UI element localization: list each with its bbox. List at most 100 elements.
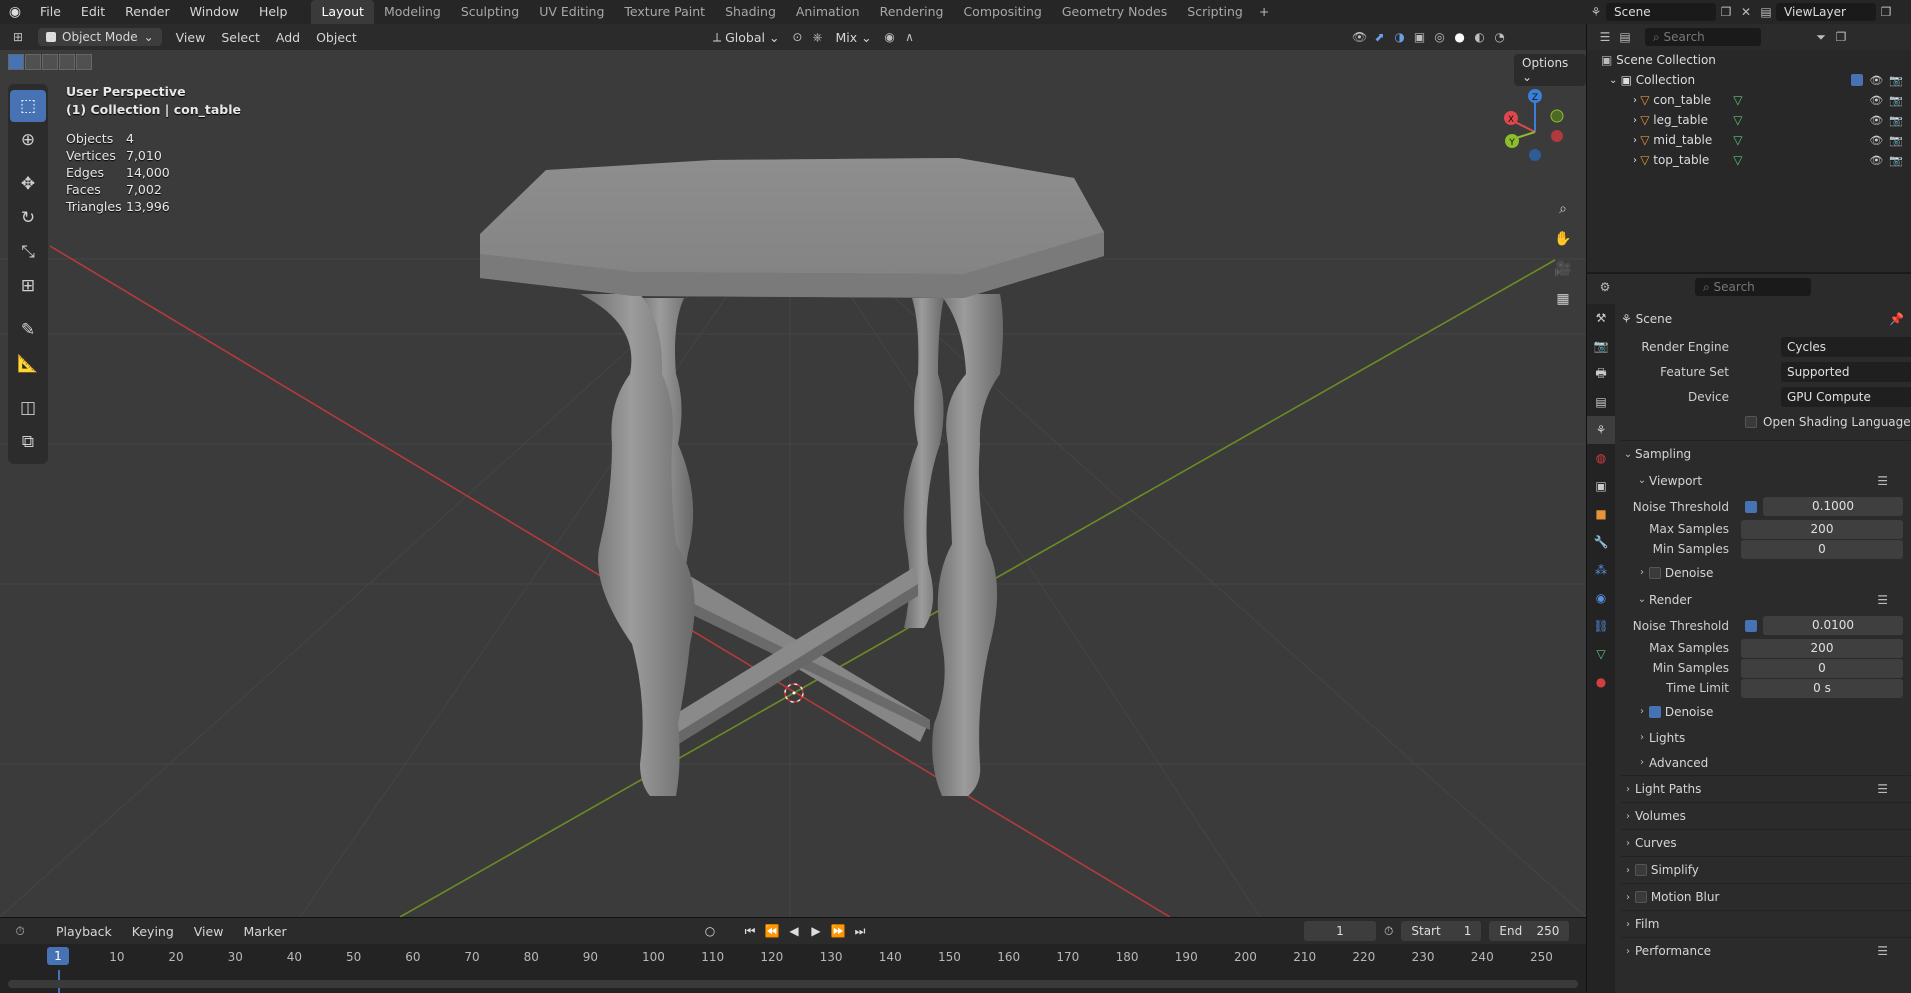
- auto-keying-icon[interactable]: ○: [700, 921, 720, 941]
- film-panel-header[interactable]: › Film: [1621, 910, 1911, 937]
- presets-list-icon[interactable]: ☰: [1877, 474, 1888, 488]
- timeline-scrollbar[interactable]: [8, 980, 1578, 988]
- visibility-icon[interactable]: 👁: [1350, 27, 1370, 47]
- max-samples-field[interactable]: 200: [1741, 519, 1903, 539]
- prev-keyframe-icon[interactable]: ⏪: [762, 921, 782, 941]
- move-tool-icon[interactable]: ✥: [10, 168, 46, 200]
- view-layer-field[interactable]: ViewLayer: [1776, 3, 1876, 21]
- tab-rendering[interactable]: Rendering: [870, 0, 954, 24]
- render-tab-icon[interactable]: 📷: [1587, 332, 1615, 360]
- eye-icon[interactable]: 👁: [1869, 134, 1883, 147]
- new-collection-icon[interactable]: ❐: [1831, 27, 1851, 47]
- editor-type-icon[interactable]: ⊞: [8, 27, 28, 47]
- object-tab-icon[interactable]: ■: [1587, 500, 1615, 528]
- play-reverse-icon[interactable]: ◀: [784, 921, 804, 941]
- menu-select[interactable]: Select: [213, 30, 268, 45]
- eye-icon[interactable]: 👁: [1869, 114, 1883, 127]
- noise-threshold-checkbox[interactable]: [1745, 500, 1757, 513]
- presets-list-icon[interactable]: ☰: [1877, 944, 1888, 958]
- marker-menu[interactable]: Marker: [233, 924, 296, 939]
- jump-end-icon[interactable]: ⏭: [850, 921, 870, 941]
- end-frame-field[interactable]: End 250: [1489, 921, 1570, 941]
- osl-checkbox[interactable]: [1745, 415, 1757, 428]
- camera-view-icon[interactable]: 🎥: [1550, 256, 1576, 282]
- tab-scripting[interactable]: Scripting: [1177, 0, 1253, 24]
- play-icon[interactable]: ▶: [806, 921, 826, 941]
- constraints-tab-icon[interactable]: ⛓: [1587, 612, 1615, 640]
- denoise-checkbox[interactable]: [1649, 566, 1661, 579]
- motion-blur-checkbox[interactable]: [1635, 891, 1647, 903]
- eye-icon[interactable]: 👁: [1869, 74, 1883, 87]
- advanced-subpanel-header[interactable]: › Advanced: [1621, 750, 1911, 775]
- gizmos-icon[interactable]: ⬈: [1370, 27, 1390, 47]
- new-view-layer-icon[interactable]: ❐: [1876, 2, 1896, 22]
- device-dropdown[interactable]: GPU Compute: [1781, 386, 1911, 407]
- zoom-icon[interactable]: ⌕: [1550, 196, 1576, 222]
- options-dropdown[interactable]: Options ⌄: [1514, 54, 1586, 86]
- scene-icon[interactable]: ⚘: [1586, 2, 1606, 22]
- annotate-tool-icon[interactable]: ✎: [10, 314, 46, 346]
- noise-threshold-field[interactable]: 0.0100: [1763, 616, 1903, 635]
- data-tab-icon[interactable]: ▽: [1587, 640, 1615, 668]
- blender-logo-icon[interactable]: ◉: [0, 0, 30, 24]
- tab-modeling[interactable]: Modeling: [374, 0, 451, 24]
- scene-name-field[interactable]: Scene: [1606, 3, 1716, 21]
- 3d-viewport[interactable]: Z X Y ⊞ Object Mode ⌄ View Select Add Ob…: [0, 24, 1586, 917]
- sampling-panel-header[interactable]: ⌄ Sampling: [1621, 440, 1911, 467]
- curves-panel-header[interactable]: › Curves: [1621, 829, 1911, 856]
- vp-denoise-subpanel-header[interactable]: › Denoise: [1621, 559, 1911, 586]
- menu-object[interactable]: Object: [308, 30, 365, 45]
- frame-ruler[interactable]: 1 10 20 30 40 50 60 70 80 90 100 110 120 130 140 150 16…: [0, 944, 1586, 970]
- camera-icon[interactable]: 📷: [1889, 134, 1903, 147]
- add-workspace-button[interactable]: +: [1253, 0, 1275, 24]
- outliner-object-row[interactable]: › ▽ mid_table ▽ 👁 📷: [1587, 130, 1911, 150]
- scale-tool-icon[interactable]: ⤡: [10, 236, 46, 268]
- exclude-checkbox[interactable]: [1851, 73, 1864, 86]
- measure-tool-icon[interactable]: 📐: [10, 348, 46, 380]
- eye-icon[interactable]: 👁: [1869, 154, 1883, 167]
- performance-panel-header[interactable]: › Performance ☰: [1621, 937, 1911, 964]
- motion-blur-panel-header[interactable]: › Motion Blur: [1621, 883, 1911, 910]
- pan-hand-icon[interactable]: ✋: [1550, 226, 1576, 252]
- solid-shading-icon[interactable]: ●: [1450, 27, 1470, 47]
- max-samples-field[interactable]: 200: [1741, 638, 1903, 658]
- playback-menu[interactable]: Playback: [46, 924, 122, 939]
- collection-tab-icon[interactable]: ▣: [1587, 472, 1615, 500]
- start-frame-field[interactable]: Start 1: [1401, 921, 1482, 941]
- viewport-subpanel-header[interactable]: ⌄ Viewport ☰: [1621, 467, 1911, 494]
- display-mode-icon[interactable]: ▤: [1615, 27, 1635, 47]
- render-subpanel-header[interactable]: ⌄ Render ☰: [1621, 586, 1911, 613]
- current-frame-marker[interactable]: 1: [47, 947, 69, 965]
- noise-threshold-field[interactable]: 0.1000: [1763, 497, 1903, 516]
- xray-icon[interactable]: ▣: [1410, 27, 1430, 47]
- tab-sculpting[interactable]: Sculpting: [451, 0, 529, 24]
- tab-shading[interactable]: Shading: [715, 0, 786, 24]
- pivot-point-icon[interactable]: ⊙: [787, 27, 807, 47]
- simplify-panel-header[interactable]: › Simplify: [1621, 856, 1911, 883]
- expand-arrow-icon[interactable]: ›: [1633, 95, 1640, 106]
- noise-threshold-checkbox[interactable]: [1745, 619, 1757, 632]
- tab-texture-paint[interactable]: Texture Paint: [614, 0, 715, 24]
- select-intersect-icon[interactable]: [76, 54, 92, 70]
- menu-render[interactable]: Render: [115, 0, 180, 24]
- proportional-editing-icon[interactable]: ◉: [880, 27, 900, 47]
- delete-scene-icon[interactable]: ✕: [1736, 2, 1756, 22]
- tab-compositing[interactable]: Compositing: [953, 0, 1051, 24]
- time-limit-field[interactable]: 0 s: [1741, 678, 1903, 698]
- light-paths-panel-header[interactable]: › Light Paths ☰: [1621, 775, 1911, 802]
- material-shading-icon[interactable]: ◐: [1470, 27, 1490, 47]
- add-primitive-tool-icon[interactable]: ⧉: [10, 426, 46, 458]
- scene-tab-icon[interactable]: ⚘: [1587, 416, 1615, 444]
- simplify-checkbox[interactable]: [1635, 864, 1647, 876]
- outliner-object-row[interactable]: › ▽ con_table ▽ 👁 📷: [1587, 90, 1911, 110]
- select-new-icon[interactable]: [8, 54, 24, 70]
- snap-target-dropdown[interactable]: Mix ⌄: [827, 30, 879, 45]
- tab-animation[interactable]: Animation: [786, 0, 870, 24]
- output-tab-icon[interactable]: 🖶: [1587, 360, 1615, 388]
- add-cube-tool-icon[interactable]: ◫: [10, 392, 46, 424]
- transform-orientation-dropdown[interactable]: ⟂ Global ⌄: [705, 29, 788, 45]
- select-invert-icon[interactable]: [59, 54, 75, 70]
- world-tab-icon[interactable]: ◍: [1587, 444, 1615, 472]
- object-mode-dropdown[interactable]: Object Mode ⌄: [38, 28, 162, 46]
- camera-icon[interactable]: 📷: [1889, 154, 1903, 167]
